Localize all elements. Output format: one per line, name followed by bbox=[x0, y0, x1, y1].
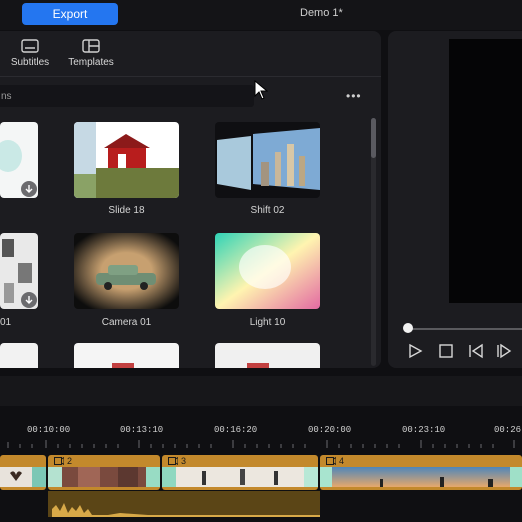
play-button[interactable] bbox=[406, 343, 424, 359]
media-thumb-shift-02[interactable] bbox=[215, 122, 320, 198]
project-title: Demo 1* bbox=[300, 7, 343, 19]
media-thumb-row3-2[interactable] bbox=[74, 343, 179, 368]
clip-number: 3 bbox=[181, 456, 187, 466]
timecode-label: 00:13:10 bbox=[120, 425, 164, 435]
media-thumb-partial-3[interactable] bbox=[0, 343, 38, 368]
timeline-clip[interactable]: 3 bbox=[162, 455, 318, 490]
download-icon[interactable] bbox=[21, 181, 37, 197]
media-caption: Camera 01 bbox=[101, 317, 152, 328]
media-caption: Shift 02 bbox=[250, 205, 285, 216]
previous-frame-icon bbox=[469, 343, 483, 359]
mouse-cursor-icon bbox=[254, 80, 268, 100]
templates-icon bbox=[82, 39, 100, 53]
playback-progress-track[interactable] bbox=[408, 328, 522, 330]
panel-divider bbox=[0, 76, 381, 77]
next-frame-button[interactable] bbox=[496, 343, 514, 359]
stop-icon bbox=[439, 344, 453, 358]
timecode-label: 00:16:20 bbox=[214, 425, 258, 435]
scrollbar-thumb[interactable] bbox=[371, 118, 376, 158]
subtitles-tab[interactable]: Subtitles bbox=[0, 39, 60, 71]
media-thumb-row3-3[interactable] bbox=[215, 343, 320, 368]
media-panel: Subtitles Templates ns ••• Slide 18 Shif… bbox=[0, 31, 381, 368]
video-clip-icon bbox=[326, 457, 336, 465]
timecode-label: 00:10:00 bbox=[27, 425, 71, 435]
timecode-label: 00:26 bbox=[494, 425, 522, 435]
media-thumb-camera-01[interactable] bbox=[74, 233, 179, 309]
timeline-clip[interactable]: 4 bbox=[320, 455, 522, 490]
preview-canvas bbox=[449, 39, 522, 303]
search-input[interactable]: ns bbox=[0, 85, 254, 107]
media-thumb-light-10[interactable] bbox=[215, 233, 320, 309]
timeline-toolbar bbox=[0, 376, 522, 406]
templates-label: Templates bbox=[68, 57, 114, 68]
audio-track[interactable] bbox=[48, 491, 320, 517]
play-icon bbox=[409, 343, 423, 359]
media-caption: 01 bbox=[0, 317, 12, 328]
timeline-clip[interactable] bbox=[0, 455, 46, 490]
previous-frame-button[interactable] bbox=[467, 343, 485, 359]
playhead-handle[interactable] bbox=[403, 323, 413, 333]
timecode-label: 00:23:10 bbox=[402, 425, 446, 435]
subtitles-label: Subtitles bbox=[10, 57, 50, 68]
media-caption: Light 10 bbox=[249, 317, 286, 328]
search-placeholder: ns bbox=[1, 90, 12, 102]
subtitles-icon bbox=[21, 39, 39, 53]
next-frame-icon bbox=[497, 343, 512, 359]
more-options-icon[interactable]: ••• bbox=[346, 89, 362, 103]
export-button[interactable]: Export bbox=[22, 3, 118, 25]
download-icon[interactable] bbox=[21, 292, 37, 308]
stop-button[interactable] bbox=[437, 343, 455, 359]
media-caption: Slide 18 bbox=[108, 205, 145, 216]
timecode-label: 00:20:00 bbox=[308, 425, 352, 435]
timeline-clip[interactable]: 2 bbox=[48, 455, 160, 490]
video-clip-icon bbox=[54, 457, 64, 465]
clip-number: 2 bbox=[67, 456, 73, 466]
media-thumb-slide-18[interactable] bbox=[74, 122, 179, 198]
templates-tab[interactable]: Templates bbox=[61, 39, 121, 71]
video-clip-icon bbox=[168, 457, 178, 465]
clip-number: 4 bbox=[339, 456, 345, 466]
